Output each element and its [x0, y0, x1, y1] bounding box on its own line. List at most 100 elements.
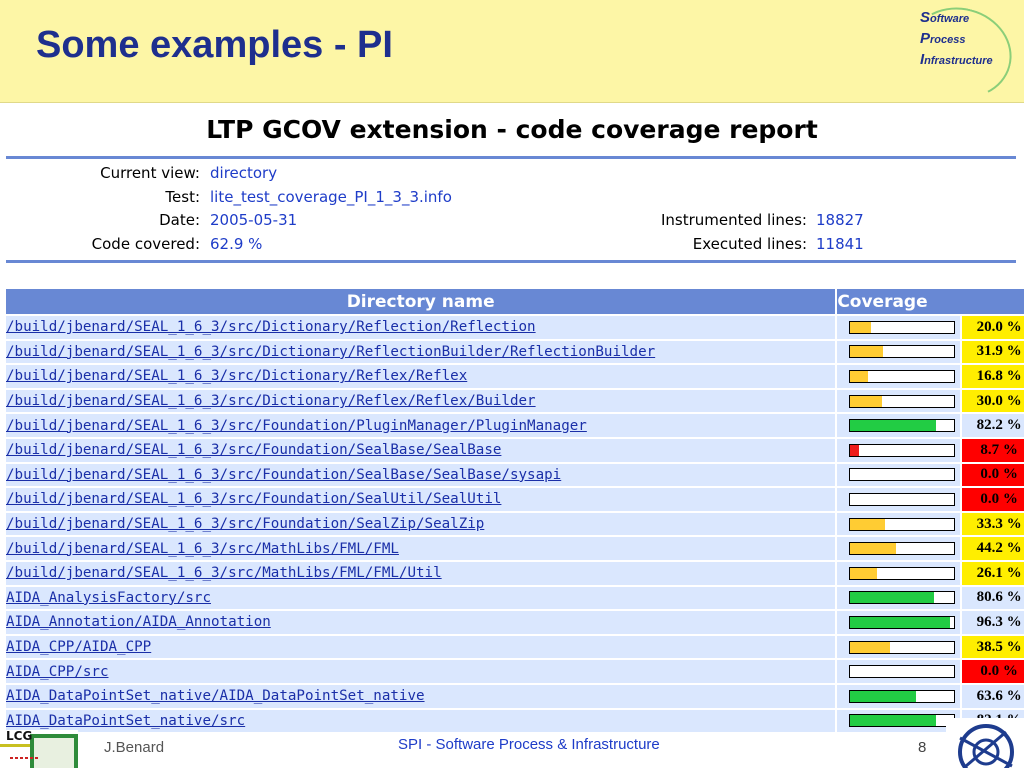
coverage-bar-cell	[835, 561, 961, 585]
coverage-bar	[849, 615, 956, 629]
directory-cell: /build/jbenard/SEAL_1_6_3/src/MathLibs/F…	[6, 561, 836, 585]
table-row: AIDA_CPP/AIDA_CPP 38.5 %	[6, 635, 1024, 659]
coverage-bar-fill	[850, 641, 891, 653]
info-value-executed-lines: 11841	[816, 234, 864, 253]
directory-link[interactable]: /build/jbenard/SEAL_1_6_3/src/Dictionary…	[6, 393, 536, 409]
coverage-bar-cell	[835, 660, 961, 683]
table-row: /build/jbenard/SEAL_1_6_3/src/MathLibs/F…	[6, 537, 1024, 560]
directory-link[interactable]: AIDA_CPP/src	[6, 664, 109, 680]
coverage-bar-fill	[850, 567, 878, 579]
coverage-percent: 33.3 %	[960, 512, 1024, 536]
coverage-bar	[849, 468, 956, 482]
table-row: AIDA_CPP/src 0.0 %	[6, 660, 1024, 683]
directory-link[interactable]: AIDA_AnalysisFactory/src	[6, 590, 211, 606]
coverage-bar	[849, 320, 956, 334]
directory-cell: AIDA_Annotation/AIDA_Annotation	[6, 611, 836, 634]
table-row: /build/jbenard/SEAL_1_6_3/src/MathLibs/F…	[6, 561, 1024, 585]
directory-link[interactable]: /build/jbenard/SEAL_1_6_3/src/Dictionary…	[6, 344, 655, 360]
page-number: 8	[918, 739, 927, 756]
column-header-coverage: Coverage	[835, 289, 1024, 314]
directory-cell: /build/jbenard/SEAL_1_6_3/src/Foundation…	[6, 438, 836, 462]
coverage-bar-cell	[835, 611, 961, 634]
spi-logo: Software Process Infrastructure	[898, 0, 1022, 110]
directory-link[interactable]: /build/jbenard/SEAL_1_6_3/src/Dictionary…	[6, 368, 467, 384]
directory-link[interactable]: AIDA_CPP/AIDA_CPP	[6, 639, 151, 655]
coverage-bar-fill	[850, 321, 872, 333]
table-row: /build/jbenard/SEAL_1_6_3/src/Dictionary…	[6, 340, 1024, 364]
directory-link[interactable]: AIDA_DataPointSet_native/AIDA_DataPointS…	[6, 688, 425, 704]
directory-link[interactable]: /build/jbenard/SEAL_1_6_3/src/Foundation…	[6, 418, 587, 434]
directory-cell: /build/jbenard/SEAL_1_6_3/src/Dictionary…	[6, 389, 836, 413]
directory-link[interactable]: /build/jbenard/SEAL_1_6_3/src/MathLibs/F…	[6, 565, 442, 581]
info-label-test: Test:	[165, 187, 200, 206]
info-label-executed-lines: Executed lines:	[692, 234, 807, 253]
info-label-instrumented-lines: Instrumented lines:	[661, 211, 807, 229]
directory-link[interactable]: AIDA_DataPointSet_native/src	[6, 713, 245, 729]
info-values-right: 18827 11841	[816, 209, 864, 256]
coverage-bar	[849, 345, 956, 359]
header-rule-top	[6, 156, 1016, 159]
info-value-test: lite_test_coverage_PI_1_3_3.info	[210, 187, 452, 206]
directory-link[interactable]: /build/jbenard/SEAL_1_6_3/src/MathLibs/F…	[6, 541, 399, 557]
coverage-bar-fill	[850, 518, 885, 530]
directory-cell: AIDA_AnalysisFactory/src	[6, 586, 836, 610]
directory-link[interactable]: /build/jbenard/SEAL_1_6_3/src/Foundation…	[6, 491, 501, 507]
coverage-bar-cell	[835, 438, 961, 462]
info-value-code-covered: 62.9 %	[210, 234, 263, 253]
table-row: /build/jbenard/SEAL_1_6_3/src/Foundation…	[6, 512, 1024, 536]
info-label-date: Date:	[159, 211, 200, 229]
coverage-bar-cell	[835, 414, 961, 437]
coverage-percent: 0.0 %	[960, 488, 1024, 511]
directory-link[interactable]: /build/jbenard/SEAL_1_6_3/src/Foundation…	[6, 467, 561, 483]
directory-link[interactable]: /build/jbenard/SEAL_1_6_3/src/Foundation…	[6, 516, 484, 532]
directory-link[interactable]: /build/jbenard/SEAL_1_6_3/src/Dictionary…	[6, 319, 536, 335]
coverage-bar-fill	[850, 420, 936, 432]
table-row: AIDA_DataPointSet_native/src82.1 %	[6, 709, 1024, 733]
table-row: /build/jbenard/SEAL_1_6_3/src/Dictionary…	[6, 316, 1024, 339]
directory-cell: AIDA_CPP/src	[6, 660, 836, 683]
directory-link[interactable]: /build/jbenard/SEAL_1_6_3/src/Foundation…	[6, 442, 501, 458]
coverage-bar-fill	[850, 690, 917, 702]
info-label-code-covered: Code covered:	[91, 234, 200, 253]
directory-cell: /build/jbenard/SEAL_1_6_3/src/Foundation…	[6, 463, 836, 487]
coverage-bar-cell	[835, 463, 961, 487]
coverage-bar-fill	[850, 370, 868, 382]
lcg-logo-text: LCG	[6, 730, 32, 743]
coverage-percent: 63.6 %	[960, 684, 1024, 708]
coverage-bar	[849, 419, 956, 433]
coverage-percent: 30.0 %	[960, 389, 1024, 413]
coverage-percent: 38.5 %	[960, 635, 1024, 659]
slide-title: Some examples - PI	[36, 24, 393, 66]
table-row: /build/jbenard/SEAL_1_6_3/src/Foundation…	[6, 488, 1024, 511]
coverage-bar	[849, 640, 956, 654]
directory-link[interactable]: AIDA_Annotation/AIDA_Annotation	[6, 614, 271, 630]
coverage-bar	[849, 714, 956, 728]
coverage-bar	[849, 443, 956, 457]
coverage-bar	[849, 689, 956, 703]
coverage-table: Directory name Coverage /build/jbenard/S…	[6, 287, 1024, 734]
coverage-bar	[849, 566, 956, 580]
info-labels-left: Current view: Test: Date: Code covered:	[40, 162, 200, 256]
coverage-bar	[849, 369, 956, 383]
directory-cell: /build/jbenard/SEAL_1_6_3/src/Dictionary…	[6, 365, 836, 388]
coverage-bar	[849, 517, 956, 531]
coverage-bar-fill	[850, 616, 951, 628]
directory-cell: /build/jbenard/SEAL_1_6_3/src/Foundation…	[6, 414, 836, 437]
info-value-date: 2005-05-31	[210, 211, 298, 229]
coverage-bar-cell	[835, 684, 961, 708]
table-row: AIDA_Annotation/AIDA_Annotation 96.3 %	[6, 611, 1024, 634]
coverage-bar-fill	[850, 395, 882, 407]
coverage-percent: 31.9 %	[960, 340, 1024, 364]
coverage-table-body: /build/jbenard/SEAL_1_6_3/src/Dictionary…	[6, 316, 1024, 733]
coverage-bar	[849, 492, 956, 506]
directory-cell: AIDA_CPP/AIDA_CPP	[6, 635, 836, 659]
coverage-bar-cell	[835, 512, 961, 536]
coverage-percent: 8.7 %	[960, 438, 1024, 462]
table-row: /build/jbenard/SEAL_1_6_3/src/Foundation…	[6, 438, 1024, 462]
header-rule-bottom	[6, 260, 1016, 263]
coverage-bar-cell	[835, 537, 961, 560]
coverage-percent: 80.6 %	[960, 586, 1024, 610]
coverage-bar-cell	[835, 488, 961, 511]
table-row: /build/jbenard/SEAL_1_6_3/src/Dictionary…	[6, 365, 1024, 388]
coverage-table-header: Directory name Coverage	[6, 289, 1024, 314]
